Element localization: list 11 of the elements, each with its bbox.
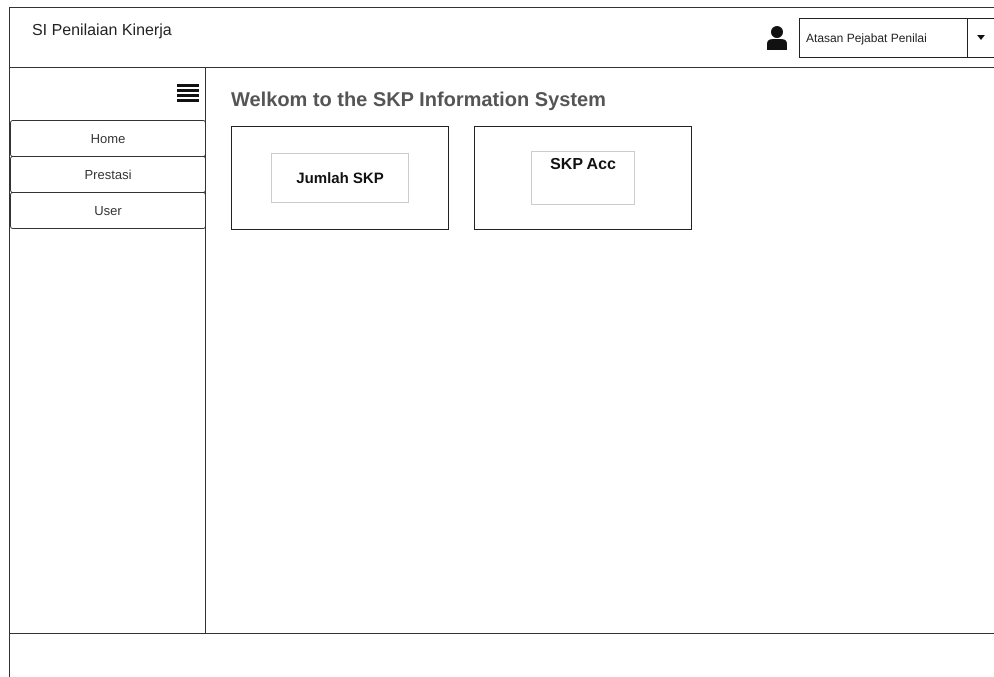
app-title: SI Penilaian Kinerja: [32, 22, 172, 40]
user-icon: [767, 26, 787, 50]
menu-item[interactable]: Prestasi: [10, 156, 206, 193]
stat-label: Jumlah SKP: [271, 153, 409, 203]
menu-item[interactable]: User: [10, 192, 206, 229]
menu-item[interactable]: Home: [10, 120, 206, 157]
menu-icon[interactable]: [177, 84, 199, 104]
role-dropdown[interactable]: Atasan Pejabat Penilai: [799, 18, 994, 58]
page-heading: Welkom to the SKP Information System: [231, 89, 607, 112]
caret-icon: [977, 35, 985, 40]
stat-label: SKP Acc: [531, 151, 635, 205]
